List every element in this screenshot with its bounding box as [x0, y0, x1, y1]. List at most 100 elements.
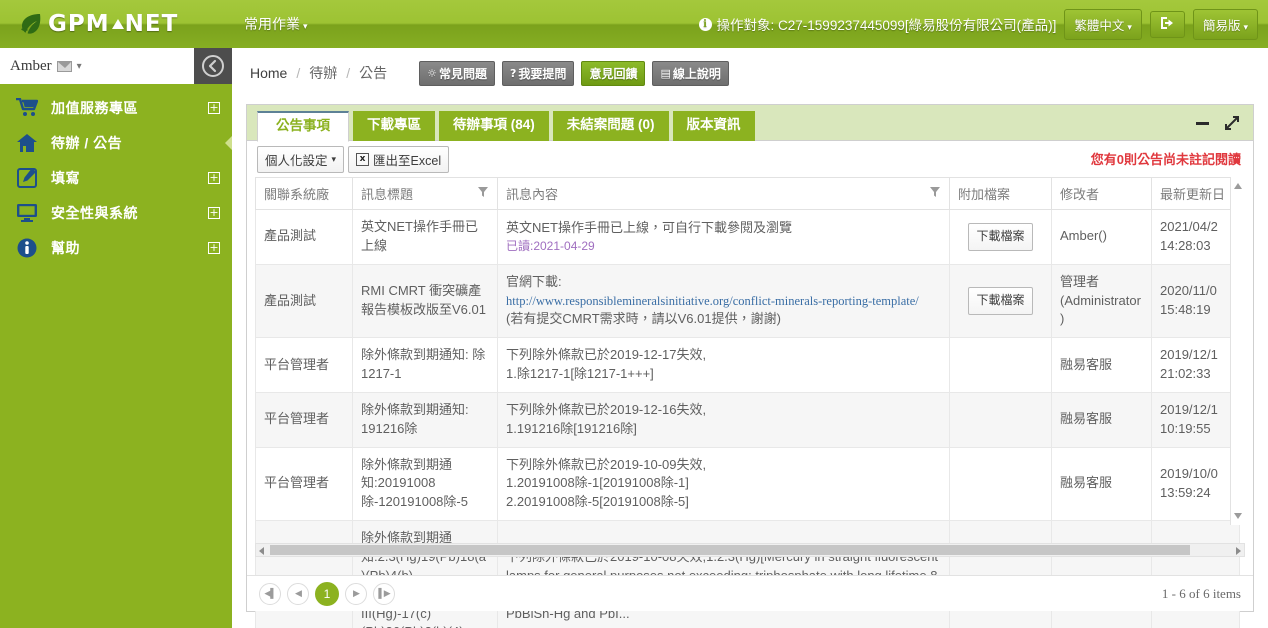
tab-todo[interactable]: 待辦事項 (84): [439, 111, 549, 141]
sidebar-item-todo-announcement[interactable]: 待辦 / 公告: [0, 125, 232, 160]
tab-announcements[interactable]: 公告事項: [257, 111, 349, 142]
column-header-updated[interactable]: 最新更新日: [1151, 177, 1240, 210]
filter-icon[interactable]: [477, 186, 489, 201]
mail-icon[interactable]: [56, 60, 72, 72]
tab-downloads[interactable]: 下載專區: [353, 111, 435, 141]
cell-updated-date: 2019/10/0: [1160, 466, 1218, 482]
column-header-modifier[interactable]: 修改者: [1051, 177, 1152, 210]
cell-content: 下列除外條款已於2019-12-17失效, 1.除1217-1[除1217-1+…: [497, 337, 950, 393]
cell-content: 官網下載: http://www.responsiblemineralsinit…: [497, 263, 950, 339]
table-row[interactable]: 產品測試 RMI CMRT 衝突礦產報告模板改版至V6.01 官網下載: htt…: [255, 263, 1240, 339]
tab-version-info[interactable]: 版本資訊: [672, 111, 755, 141]
cell-updated-time: 13:59:24: [1160, 484, 1211, 500]
expand-plus-icon[interactable]: +: [208, 101, 220, 114]
brand-logo[interactable]: GPM NET: [0, 0, 232, 48]
download-file-button[interactable]: 下載檔案: [968, 287, 1033, 315]
logout-button[interactable]: [1149, 10, 1185, 38]
last-page-button[interactable]: ▌▶: [373, 582, 395, 605]
read-tag: 已讀:2021-04-29: [506, 238, 595, 253]
table-row[interactable]: 平台管理者 除外條款到期通知: 除1217-1 下列除外條款已於2019-12-…: [255, 337, 1240, 393]
next-page-icon: ▶: [353, 588, 360, 598]
expand-plus-icon[interactable]: +: [208, 171, 220, 184]
export-excel-label: 匯出至Excel: [373, 153, 442, 168]
personalize-settings-button[interactable]: 個人化設定 ▾: [257, 145, 345, 173]
sidebar-collapse-button[interactable]: [194, 48, 232, 84]
column-header-attachment[interactable]: 附加檔案: [949, 177, 1052, 210]
sidebar-item-help[interactable]: 幫助 +: [0, 230, 232, 265]
cell-title: 除外條款到期通知: 除1217-1: [352, 337, 498, 393]
faq-button[interactable]: ☼ 常見問題: [419, 60, 496, 86]
operation-target: i 操作對象: C27-1599237445099[綠易股份有限公司(產品)]: [698, 14, 1057, 34]
faq-label: 常見問題: [439, 66, 488, 81]
tab-open-issues[interactable]: 未結案問題 (0): [552, 111, 669, 141]
lightbulb-icon: ☼: [427, 66, 438, 80]
cell-content-extra: (若有提交CMRT需求時，請以V6.01提供，謝謝): [506, 311, 781, 327]
prev-page-icon: ◀: [295, 588, 302, 598]
grid-vertical-scrollbar[interactable]: [1230, 177, 1245, 525]
header-right-group: i 操作對象: C27-1599237445099[綠易股份有限公司(產品)] …: [698, 0, 1268, 48]
table-row[interactable]: 產品測試 英文NET操作手冊已上線 英文NET操作手冊已上線，可自行下載參閱及瀏…: [255, 209, 1240, 265]
breadcrumb: Home / 待辦 / 公告 ☼ 常見問題 ? 我要提問 意見回饋 ▤ 線上說明: [232, 48, 1268, 98]
cell-modifier: 管理者 (Administrator): [1051, 263, 1152, 339]
breadcrumb-separator: /: [296, 65, 301, 81]
scroll-thumb[interactable]: [270, 545, 1190, 555]
cell-attachment: 下載檔案: [949, 209, 1052, 265]
more-link[interactable]: more: [506, 624, 536, 628]
menu-common-tasks[interactable]: 常用作業 ▾: [244, 14, 308, 34]
pager-info: 1 - 6 of 6 items: [1161, 585, 1241, 601]
cell-title: 除外條款到期通知:20191008除-120191008除-5: [352, 446, 498, 522]
filter-icon[interactable]: [929, 186, 941, 201]
chevron-down-icon: ▾: [1243, 21, 1248, 32]
top-header-bar: GPM NET 常用作業 ▾ i 操作對象: C27-1599237445099[綠…: [0, 0, 1268, 48]
cell-system: 產品測試: [255, 209, 353, 265]
online-help-button[interactable]: ▤ 線上說明: [652, 60, 729, 86]
simple-version-label: 簡易版: [1202, 18, 1241, 33]
scroll-left-icon[interactable]: [259, 547, 264, 555]
cell-system: 平台管理者: [255, 391, 353, 448]
simple-version-button[interactable]: 簡易版 ▾: [1192, 8, 1258, 40]
next-page-button[interactable]: ▶: [345, 582, 367, 605]
operation-target-text: 操作對象: C27-1599237445099[綠易股份有限公司(產品)]: [716, 18, 1057, 33]
announcement-panel: 公告事項 下載專區 待辦事項 (84) 未結案問題 (0) 版本資訊 個人化設定…: [246, 104, 1254, 628]
brand-text-net: NET: [124, 11, 179, 37]
page-1-button[interactable]: 1: [315, 581, 339, 606]
language-selector-button[interactable]: 繁體中文 ▾: [1064, 8, 1142, 40]
table-row[interactable]: 平台管理者 除外條款到期通知: 191216除 下列除外條款已於2019-12-…: [255, 391, 1240, 448]
home-icon: [14, 133, 40, 153]
sidebar-user-row[interactable]: Amber ▾: [0, 48, 232, 84]
announcement-grid: 關聯系統廠 訊息標題 訊息內容 附加檔案 修改者 最新更新日 產品測試 英文NE…: [255, 177, 1245, 628]
ask-question-button[interactable]: ? 我要提問: [502, 60, 575, 86]
cell-updated-time: 14:28:03: [1160, 237, 1211, 253]
book-icon: ▤: [660, 66, 671, 80]
column-header-content[interactable]: 訊息內容: [497, 177, 950, 210]
expand-plus-icon[interactable]: +: [208, 241, 220, 254]
cell-updated-date: 2021/04/2: [1160, 219, 1218, 234]
breadcrumb-level1[interactable]: 待辦: [309, 63, 337, 83]
sidebar-item-security-system[interactable]: 安全性與系統 +: [0, 195, 232, 230]
first-page-button[interactable]: ◀▌: [259, 582, 281, 605]
sidebar-item-value-added[interactable]: 加值服務專區 +: [0, 90, 232, 125]
question-mark-icon: ?: [510, 66, 517, 80]
scroll-down-icon[interactable]: [1234, 513, 1242, 519]
breadcrumb-home[interactable]: Home: [250, 65, 287, 81]
scroll-up-icon[interactable]: [1234, 183, 1242, 189]
expand-plus-icon[interactable]: +: [208, 206, 220, 219]
export-excel-button[interactable]: x 匯出至Excel: [348, 145, 450, 173]
grid-horizontal-scrollbar[interactable]: [255, 543, 1245, 557]
cell-updated: 2019/12/1 21:02:33: [1151, 337, 1240, 393]
feedback-button[interactable]: 意見回饋: [581, 60, 646, 86]
column-header-title[interactable]: 訊息標題: [352, 177, 498, 210]
tab-label: 待辦事項 (84): [453, 117, 535, 132]
breadcrumb-level2: 公告: [359, 65, 388, 81]
sidebar-item-fill-in[interactable]: 填寫 +: [0, 160, 232, 195]
content-link[interactable]: http://www.responsiblemineralsinitiative…: [506, 294, 919, 308]
prev-page-button[interactable]: ◀: [287, 582, 309, 605]
table-row[interactable]: 平台管理者 除外條款到期通知:20191008除-120191008除-5 下列…: [255, 446, 1240, 522]
grid-header-row: 關聯系統廠 訊息標題 訊息內容 附加檔案 修改者 最新更新日: [255, 177, 1240, 210]
cell-updated-date: 2020/11/0: [1160, 283, 1217, 299]
download-file-button[interactable]: 下載檔案: [968, 223, 1033, 251]
column-header-system[interactable]: 關聯系統廠: [255, 177, 353, 210]
tab-label: 公告事項: [276, 118, 330, 133]
first-page-icon: ◀▌: [264, 588, 276, 598]
scroll-right-icon[interactable]: [1236, 547, 1241, 555]
